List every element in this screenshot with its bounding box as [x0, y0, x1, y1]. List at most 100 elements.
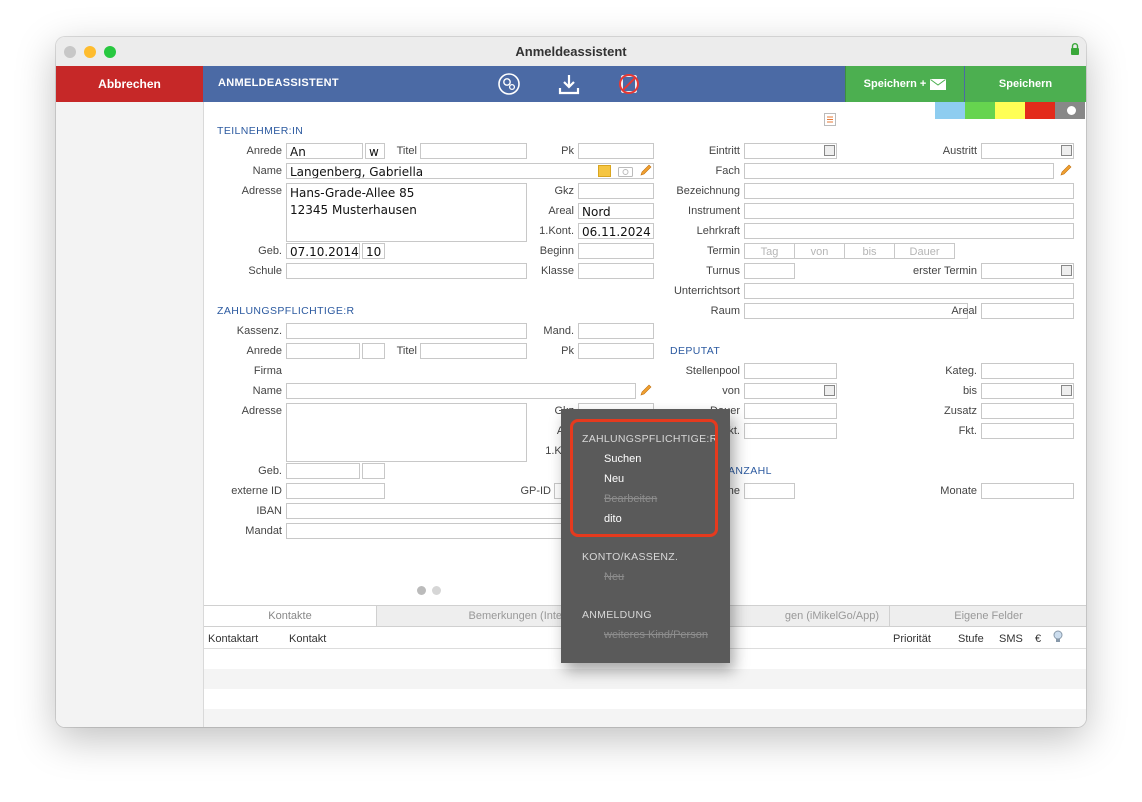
tab-kontakte[interactable]: Kontakte	[204, 606, 377, 626]
label-raum: Raum	[710, 305, 740, 317]
austritt-field[interactable]	[981, 143, 1074, 159]
zahler-adresse-field[interactable]	[286, 403, 527, 462]
label-name: Name	[252, 165, 282, 177]
bezeichnung-field[interactable]	[744, 183, 1074, 199]
anrede-field[interactable]: An	[286, 143, 363, 159]
kassenz-field[interactable]	[286, 323, 527, 339]
pk-field[interactable]	[578, 143, 654, 159]
termin-tag-field[interactable]: Tag	[744, 243, 795, 259]
menu-header-konto: KONTO/KASSENZ.	[582, 551, 679, 563]
label-zahler-geb: Geb.	[258, 465, 282, 477]
highlight-annotation	[570, 419, 718, 537]
zahler-anrede-field[interactable]	[286, 343, 360, 359]
label-fach: Fach	[715, 165, 740, 177]
beginn-field[interactable]	[578, 243, 654, 259]
no-print-icon[interactable]	[617, 72, 641, 96]
klasse-field[interactable]	[578, 263, 654, 279]
mail-icon	[930, 78, 947, 90]
col-prioritaet[interactable]: Priorität	[893, 633, 931, 645]
col-kontaktart[interactable]: Kontaktart	[208, 633, 258, 645]
gender-field[interactable]: w	[365, 143, 385, 159]
col-euro[interactable]: €	[1035, 633, 1041, 645]
erster-termin-field[interactable]	[981, 263, 1074, 279]
gkz-field[interactable]	[578, 183, 654, 199]
note-icon[interactable]	[598, 165, 611, 177]
instrument-field[interactable]	[744, 203, 1074, 219]
right-areal-field[interactable]	[981, 303, 1074, 319]
calendar-icon[interactable]	[824, 145, 835, 156]
fach-field[interactable]	[744, 163, 1054, 179]
sidebar	[56, 102, 204, 727]
label-instrument: Instrument	[688, 205, 740, 217]
kont-field[interactable]: 06.11.2024	[578, 223, 654, 239]
page-dot-1[interactable]	[417, 586, 426, 595]
unterrichtsort-field[interactable]	[744, 283, 1074, 299]
stellenpool-field[interactable]	[744, 363, 837, 379]
tab-eigene-felder[interactable]: Eigene Felder	[891, 606, 1086, 626]
termin-dauer-field[interactable]: Dauer	[894, 243, 955, 259]
schule-field[interactable]	[286, 263, 527, 279]
table-row[interactable]	[204, 709, 1086, 727]
label-termin: Termin	[706, 245, 740, 257]
section-anzahl: ANZAHL	[728, 465, 772, 477]
mand-field[interactable]	[578, 323, 654, 339]
col-kontakt[interactable]: Kontakt	[289, 633, 326, 645]
deputat-bis-field[interactable]	[981, 383, 1074, 399]
calendar-icon[interactable]	[1061, 385, 1072, 396]
label-firma: Firma	[253, 365, 282, 377]
label-kassenz: Kassenz.	[236, 325, 282, 337]
fkt-field[interactable]	[981, 423, 1074, 439]
eintritt-field[interactable]	[744, 143, 837, 159]
titel-field[interactable]	[420, 143, 527, 159]
col-sms[interactable]: SMS	[999, 633, 1023, 645]
adresse-field[interactable]: Hans-Grade-Allee 85 12345 Musterhausen	[286, 183, 527, 242]
lehrkraft-field[interactable]	[744, 223, 1074, 239]
cancel-button[interactable]: Abbrechen	[56, 66, 203, 102]
calendar-icon[interactable]	[824, 385, 835, 396]
turnus-field[interactable]	[744, 263, 795, 279]
akt-field[interactable]	[744, 423, 837, 439]
zusatz-field[interactable]	[981, 403, 1074, 419]
label-mand: Mand.	[543, 325, 574, 337]
table-row[interactable]	[204, 689, 1086, 709]
areal-field[interactable]: Nord	[578, 203, 654, 219]
lightbulb-icon[interactable]	[1053, 630, 1063, 644]
zahler-titel-field[interactable]	[420, 343, 527, 359]
save-button[interactable]: Speichern	[965, 66, 1086, 102]
table-row[interactable]	[204, 669, 1086, 689]
save-and-mail-button[interactable]: Speichern +	[845, 66, 964, 102]
zahler-gender-field[interactable]	[362, 343, 385, 359]
page-dot-2[interactable]	[432, 586, 441, 595]
deputat-dauer-field[interactable]	[744, 403, 837, 419]
termine-field[interactable]	[744, 483, 795, 499]
label-zahler-adresse: Adresse	[241, 405, 282, 417]
download-icon[interactable]	[557, 72, 581, 96]
calendar-icon[interactable]	[1061, 265, 1072, 276]
monate-field[interactable]	[981, 483, 1074, 499]
externe-id-field[interactable]	[286, 483, 385, 499]
col-stufe[interactable]: Stufe	[958, 633, 984, 645]
page-dots[interactable]	[417, 586, 447, 598]
label-stellenpool: Stellenpool	[685, 365, 740, 377]
zahler-pk-field[interactable]	[578, 343, 654, 359]
label-eintritt: Eintritt	[708, 145, 740, 157]
label-deputat-von: von	[722, 385, 740, 397]
fach-edit-pencil-icon[interactable]	[1059, 164, 1072, 177]
edit-pencil-icon[interactable]	[639, 164, 652, 177]
calendar-icon[interactable]	[1061, 145, 1072, 156]
deputat-von-field[interactable]	[744, 383, 837, 399]
termin-von-field[interactable]: von	[794, 243, 845, 259]
settings-gear-icon[interactable]	[497, 72, 521, 96]
zahler-alter-field[interactable]	[362, 463, 385, 479]
geb-field[interactable]: 07.10.2014	[286, 243, 360, 259]
kateg-field[interactable]	[981, 363, 1074, 379]
lock-icon[interactable]	[1070, 43, 1080, 55]
zahler-geb-field[interactable]	[286, 463, 360, 479]
camera-icon[interactable]	[618, 165, 633, 177]
termin-bis-field[interactable]: bis	[844, 243, 895, 259]
alter-field[interactable]: 10	[362, 243, 385, 259]
firma-field[interactable]	[286, 363, 654, 379]
save-and-mail-label: Speichern +	[863, 78, 927, 90]
list-icon[interactable]	[824, 113, 836, 126]
zahler-name-field[interactable]	[286, 383, 636, 399]
